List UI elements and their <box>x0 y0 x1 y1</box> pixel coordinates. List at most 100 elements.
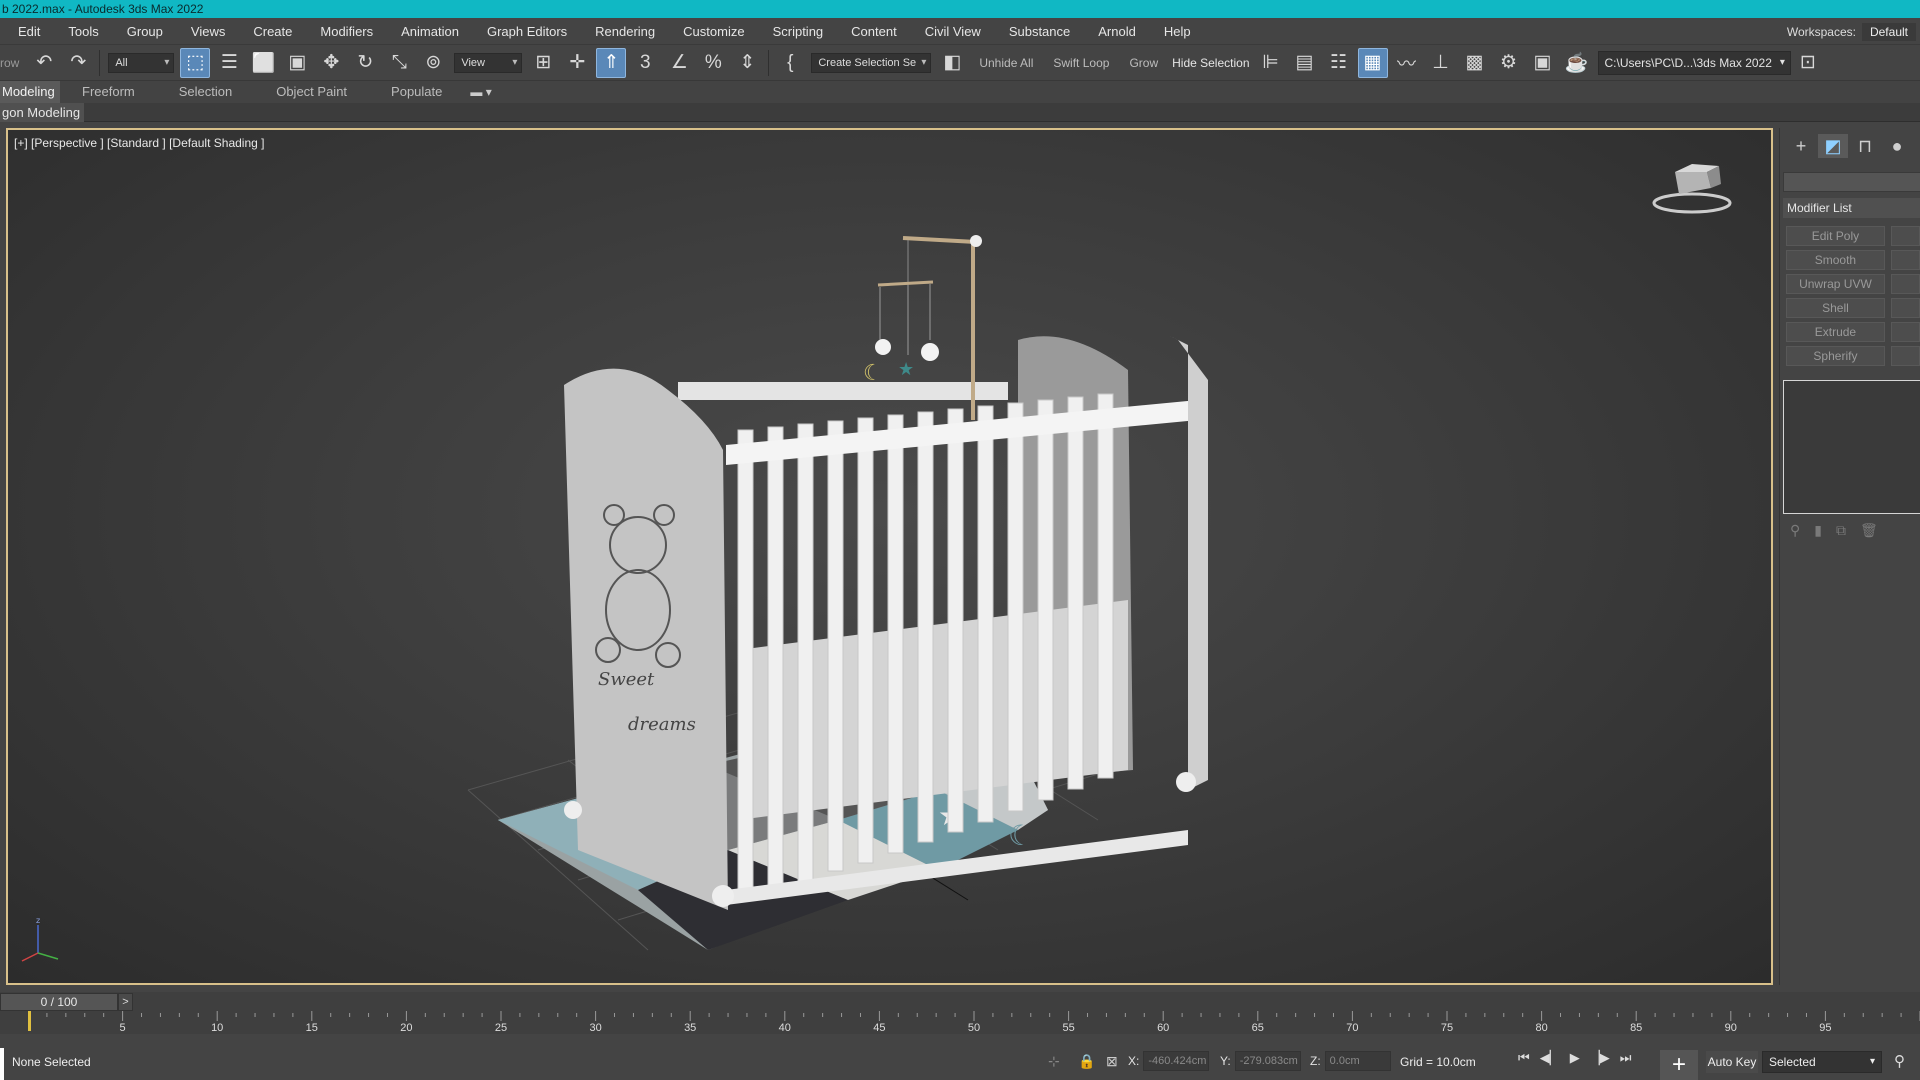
mirror-icon[interactable]: ◧ <box>937 48 967 78</box>
rotate-icon[interactable]: ↻ <box>350 48 380 78</box>
undo-icon[interactable]: ↶ <box>29 48 59 78</box>
y-coordinate-field[interactable]: -279.083cm <box>1234 1051 1301 1071</box>
maxscript-listener-strip[interactable] <box>0 1048 4 1080</box>
angle-snap-icon[interactable]: ∠ <box>664 48 694 78</box>
object-name-field[interactable] <box>1783 172 1920 192</box>
modify-tab-icon[interactable]: ◩ <box>1818 134 1848 158</box>
extrude-button[interactable]: Extrude <box>1786 322 1885 342</box>
perspective-viewport[interactable]: ★ ★ ☾ <box>6 128 1773 985</box>
hierarchy-tab-icon[interactable]: ⊓ <box>1850 134 1880 158</box>
menu-animation[interactable]: Animation <box>387 24 473 39</box>
play-icon[interactable]: ▶ <box>1570 1050 1580 1066</box>
isolate-selection-icon[interactable]: ⊹ <box>1048 1053 1060 1070</box>
menu-group[interactable]: Group <box>113 24 177 39</box>
menu-customize[interactable]: Customize <box>669 24 758 39</box>
modifier-button-stub[interactable] <box>1890 298 1920 318</box>
menu-help[interactable]: Help <box>1150 24 1205 39</box>
lock-selection-icon[interactable]: 🔒 <box>1078 1053 1095 1070</box>
unhide-all-button[interactable]: Unhide All <box>969 56 1043 70</box>
tab-populate[interactable]: Populate <box>369 81 464 103</box>
scale-icon[interactable]: ⤡ <box>384 48 414 78</box>
tab-object-paint[interactable]: Object Paint <box>254 81 369 103</box>
time-slider[interactable]: 0 / 100 <box>0 993 118 1011</box>
percent-snap-icon[interactable]: % <box>698 48 728 78</box>
pin-stack-icon[interactable]: ⚲ <box>1790 522 1800 539</box>
menu-views[interactable]: Views <box>177 24 239 39</box>
edit-poly-button[interactable]: Edit Poly <box>1786 226 1885 246</box>
place-icon[interactable]: ⊚ <box>418 48 448 78</box>
modifier-button-stub[interactable] <box>1890 250 1920 270</box>
move-icon[interactable]: ✥ <box>316 48 346 78</box>
align-icon[interactable]: ⊫ <box>1256 48 1286 78</box>
rectangular-selection-icon[interactable]: ⬜ <box>248 48 278 78</box>
menu-tools[interactable]: Tools <box>54 24 112 39</box>
menu-create[interactable]: Create <box>239 24 306 39</box>
keyboard-shortcut-override-icon[interactable]: ⇑ <box>596 47 627 78</box>
select-object-icon[interactable]: ⬚ <box>180 47 211 78</box>
hide-selection-button[interactable]: Hide Selection <box>1168 56 1253 70</box>
tab-modeling[interactable]: Modeling <box>0 81 60 103</box>
search-icon[interactable]: ⚲ <box>1894 1052 1905 1070</box>
absolute-mode-icon[interactable]: ⊠ <box>1106 1053 1118 1070</box>
toggle-ribbon-icon[interactable]: ▦ <box>1357 47 1388 78</box>
viewcube[interactable] <box>1647 158 1737 218</box>
set-key-icon[interactable]: + <box>1660 1050 1698 1080</box>
grow-button[interactable]: Grow <box>1119 56 1168 70</box>
remove-modifier-icon[interactable]: 🗑 <box>1860 522 1878 539</box>
select-by-name-icon[interactable]: ☰ <box>214 48 244 78</box>
reference-coordinate-dropdown[interactable]: View <box>454 52 523 73</box>
menu-civil-view[interactable]: Civil View <box>911 24 995 39</box>
menu-graph-editors[interactable]: Graph Editors <box>473 24 581 39</box>
curve-editor-icon[interactable]: 〰 <box>1392 48 1422 78</box>
render-production-icon[interactable]: ☕ <box>1562 48 1592 78</box>
project-folder-icon[interactable]: ⊡ <box>1793 48 1823 78</box>
modifier-stack[interactable] <box>1783 380 1920 514</box>
menu-edit[interactable]: Edit <box>0 24 54 39</box>
scene-explorer-icon[interactable]: ▤ <box>1290 48 1320 78</box>
ribbon-options-icon[interactable]: ▬ ▾ <box>464 81 491 103</box>
spinner-snap-icon[interactable]: ⇕ <box>732 48 762 78</box>
modifier-list-dropdown[interactable]: Modifier List <box>1783 198 1920 218</box>
render-setup-icon[interactable]: ⚙ <box>1494 48 1524 78</box>
modifier-button-stub[interactable] <box>1890 322 1920 342</box>
viewport-label[interactable]: [+] [Perspective ] [Standard ] [Default … <box>14 136 264 150</box>
redo-icon[interactable]: ↷ <box>63 48 93 78</box>
make-unique-icon[interactable]: ⧉ <box>1836 522 1846 539</box>
tab-selection[interactable]: Selection <box>157 81 254 103</box>
x-coordinate-field[interactable]: -460.424cm <box>1143 1051 1210 1071</box>
modifier-button-stub[interactable] <box>1890 274 1920 294</box>
swift-loop-button[interactable]: Swift Loop <box>1043 56 1119 70</box>
rendered-frame-window-icon[interactable]: ▣ <box>1528 48 1558 78</box>
time-slider-next-button[interactable]: > <box>118 993 133 1011</box>
previous-frame-icon[interactable]: ◀▏ <box>1540 1050 1560 1066</box>
pivot-center-icon[interactable]: ⊞ <box>528 48 558 78</box>
auto-key-button[interactable]: Auto Key <box>1706 1051 1758 1073</box>
z-coordinate-field[interactable]: 0.0cm <box>1324 1051 1391 1071</box>
menu-rendering[interactable]: Rendering <box>581 24 669 39</box>
selection-filter-dropdown[interactable]: All <box>108 52 175 73</box>
spherify-button[interactable]: Spherify <box>1786 346 1885 366</box>
modifier-button-stub[interactable] <box>1890 226 1920 246</box>
next-frame-icon[interactable]: ▕▶ <box>1590 1050 1610 1066</box>
motion-tab-icon[interactable]: ● <box>1882 134 1912 158</box>
window-crossing-icon[interactable]: ▣ <box>282 48 312 78</box>
menu-content[interactable]: Content <box>837 24 911 39</box>
shell-button[interactable]: Shell <box>1786 298 1885 318</box>
smooth-button[interactable]: Smooth <box>1786 250 1885 270</box>
workspaces-dropdown[interactable]: Default <box>1861 22 1916 41</box>
menu-scripting[interactable]: Scripting <box>759 24 838 39</box>
schematic-view-icon[interactable]: ⊥ <box>1426 48 1456 78</box>
show-end-result-icon[interactable]: ▮ <box>1814 522 1822 539</box>
snaps-toggle-icon[interactable]: 3 <box>630 48 660 78</box>
track-bar-ruler[interactable]: 5 10 15 20 25 30 35 40 45 50 55 60 65 70 75 80 85 90 95 <box>28 1011 1920 1033</box>
tab-freeform[interactable]: Freeform <box>60 81 157 103</box>
layer-explorer-icon[interactable]: ☷ <box>1324 48 1354 78</box>
material-editor-icon[interactable]: ▩ <box>1460 48 1490 78</box>
edit-named-selection-icon[interactable]: { <box>775 48 805 78</box>
menu-substance[interactable]: Substance <box>995 24 1084 39</box>
menu-modifiers[interactable]: Modifiers <box>306 24 387 39</box>
current-frame-marker[interactable] <box>28 1011 31 1031</box>
go-to-start-icon[interactable]: ⏮ <box>1518 1050 1530 1066</box>
modifier-button-stub[interactable] <box>1890 346 1920 366</box>
menu-arnold[interactable]: Arnold <box>1084 24 1150 39</box>
